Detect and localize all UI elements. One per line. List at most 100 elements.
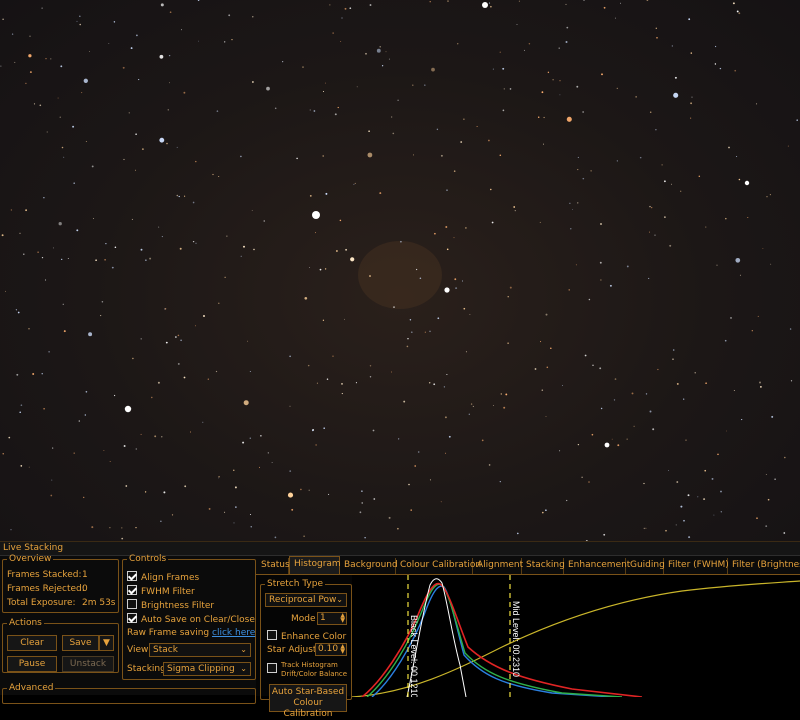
black-level-label: Black Level: 00.1210 [409,615,419,697]
star [517,532,519,535]
tab-guiding[interactable]: Guiding [626,558,665,574]
save-button[interactable]: Save [62,635,99,651]
star [324,268,327,270]
star [250,526,252,528]
brightness-filter-checkbox[interactable]: Brightness Filter [127,599,214,612]
star [160,520,162,522]
star [169,82,170,84]
star [492,68,494,70]
star [50,58,52,60]
star [19,232,21,234]
star [369,376,372,378]
star [611,438,613,440]
star [566,116,572,122]
star [350,257,355,262]
star [397,99,399,102]
star [507,296,509,298]
star [652,428,655,431]
star [235,506,237,508]
star [499,480,501,483]
mode-spinner[interactable]: 1 ▲ ▼ [317,612,347,625]
star [509,88,512,90]
star [25,82,27,85]
track-histogram-line1: Track Histogram [281,661,338,669]
star [158,226,160,228]
star [240,255,242,257]
tab-colour-calibration[interactable]: Colour Calibration [396,558,481,574]
star-adjust-label: Star Adjust [267,645,317,655]
star [164,307,167,310]
star [180,339,182,342]
star-adjust-spinner[interactable]: 0.10 ▲ ▼ [315,643,347,656]
star [11,33,14,35]
star [565,41,568,43]
tab-stacking[interactable]: Stacking [522,558,565,574]
star [488,139,490,142]
tab-filter-fwhm[interactable]: Filter (FWHM) [664,558,729,574]
star [516,24,518,25]
star [656,36,658,39]
auto-colour-calibration-button[interactable]: Auto Star-Based Colour Calibration [269,684,347,719]
save-options-button[interactable]: ▼ [99,635,114,651]
star [135,133,137,135]
star [59,116,61,118]
star [180,29,182,31]
fwhm-filter-checkbox[interactable]: FWHM Filter [127,585,195,598]
stretch-type-select[interactable]: Reciprocal Pow ⌄ [265,593,347,607]
histogram-plot[interactable]: Black Level: 00.1210 Mid Level: 00.2310 [352,575,800,697]
star [100,315,102,317]
tab-background[interactable]: Background [340,558,398,574]
star [488,2,491,4]
star [149,257,152,260]
star [537,116,540,119]
fwhm-filter-label: FWHM Filter [141,587,195,597]
star [774,478,776,480]
tab-status[interactable]: Status [257,558,290,574]
star [616,87,618,90]
live-stack-image-view[interactable] [0,0,800,541]
star [541,511,544,514]
star [716,264,718,266]
star [413,154,414,156]
star [85,140,87,142]
star [711,477,714,480]
star [17,311,20,314]
raw-frame-saving-link[interactable]: click here [212,628,255,638]
star [289,355,291,358]
tab-filter-brightness[interactable]: Filter (Brightness) [728,558,800,574]
star [122,66,125,69]
auto-save-checkbox[interactable]: Auto Save on Clear/Close [127,613,255,626]
enhance-color-checkbox[interactable]: Enhance Color [267,630,346,643]
up-down-arrows-icon: ▲ ▼ [340,643,345,655]
star [171,514,174,516]
align-frames-label: Align Frames [141,573,200,583]
stacking-select[interactable]: Sigma Clipping ⌄ [163,662,251,676]
star [340,40,342,42]
tab-enhancement[interactable]: Enhancement [564,558,630,574]
view-select[interactable]: Stack ⌄ [149,643,251,657]
pause-button[interactable]: Pause [7,656,57,672]
tab-histogram[interactable]: Histogram [289,556,341,574]
star [717,453,719,456]
align-frames-checkbox[interactable]: Align Frames [127,571,199,584]
star [559,80,561,82]
star [109,527,111,529]
tab-alignment[interactable]: Alignment [473,558,523,574]
checkbox-checked-icon [127,613,137,623]
star [673,92,679,98]
star [29,71,32,74]
advanced-group[interactable]: Advanced [2,684,256,704]
raw-frame-saving-row: Raw Frame saving click here [127,628,255,639]
star [60,65,63,68]
star [561,384,563,386]
frames-stacked-label: Frames Stacked: [7,570,82,580]
star [260,435,262,437]
star [762,248,764,250]
unstack-button[interactable]: Unstack [62,656,114,672]
track-histogram-checkbox[interactable]: Track Histogram Drift/Color Balance [267,661,347,679]
star [688,536,691,539]
clear-button[interactable]: Clear [7,635,57,651]
star [719,67,722,70]
star [767,498,770,501]
controls-group: Controls Align Frames FWHM Filter Bright… [122,555,256,680]
